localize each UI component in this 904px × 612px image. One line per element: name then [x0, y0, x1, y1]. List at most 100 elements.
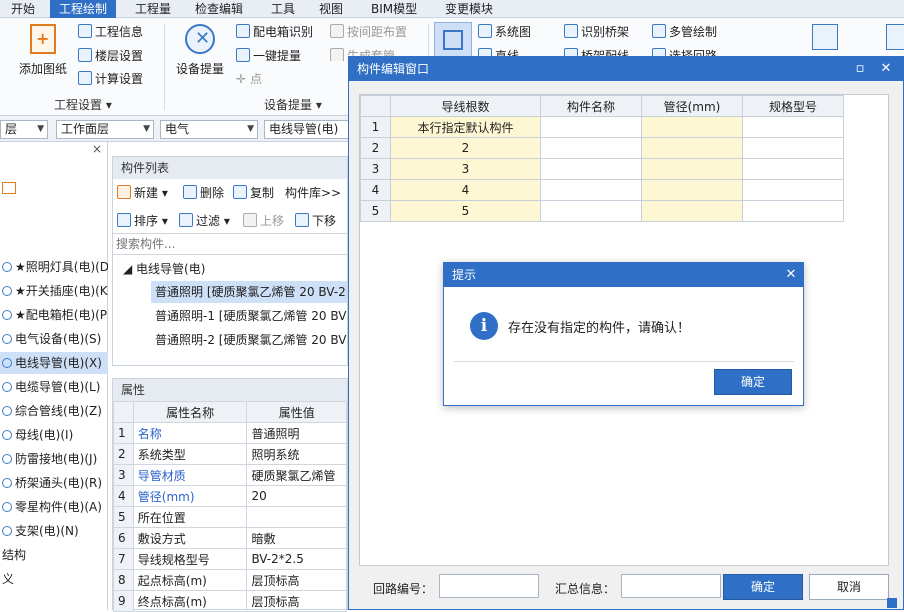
- spec-model-cell[interactable]: [742, 116, 844, 138]
- tree-item[interactable]: 支架(电)(N): [0, 520, 108, 542]
- table-row[interactable]: 22: [360, 137, 844, 159]
- property-row[interactable]: 1 名称 普通照明: [113, 422, 347, 444]
- dist-box-identify-button[interactable]: 配电箱识别: [236, 23, 313, 40]
- close-icon[interactable]: ✕: [875, 57, 897, 81]
- sort-button[interactable]: 排序 ▾: [117, 212, 168, 229]
- table-row[interactable]: 44: [360, 179, 844, 201]
- tree-item-selected[interactable]: 电线导管(电)(X): [0, 352, 108, 374]
- tree-item[interactable]: ★配电箱柜(电)(P): [0, 304, 108, 326]
- property-value[interactable]: 暗敷: [246, 527, 347, 549]
- menu-quantity[interactable]: 工程量: [126, 0, 180, 18]
- pipe-diameter-cell[interactable]: [641, 200, 743, 222]
- ok-button[interactable]: 确定: [723, 574, 803, 600]
- property-row[interactable]: 2 系统类型 照明系统: [113, 443, 347, 465]
- property-row[interactable]: 9 终点标高(m) 层顶标高: [113, 590, 347, 612]
- list-item[interactable]: 普通照明-2 [硬质聚氯乙烯管 20 BV: [155, 331, 347, 348]
- cancel-button[interactable]: 取消: [809, 574, 889, 600]
- wire-count-cell[interactable]: 2: [390, 137, 541, 159]
- tree-item[interactable]: 电气设备(电)(S): [0, 328, 108, 350]
- wire-count-cell[interactable]: 5: [390, 200, 541, 222]
- group-device-extract[interactable]: 设备提量 ▾: [264, 96, 322, 113]
- system-diagram-button[interactable]: 系统图: [478, 23, 531, 40]
- property-value[interactable]: 层顶标高: [246, 569, 347, 591]
- tree-group-wire-conduit[interactable]: ◢ 电线导管(电): [123, 260, 205, 277]
- tree-item[interactable]: ★照明灯具(电)(D): [0, 256, 108, 278]
- property-row[interactable]: 5 所在位置: [113, 506, 347, 528]
- pipe-diameter-cell[interactable]: [641, 116, 743, 138]
- resize-grip-icon[interactable]: [887, 598, 897, 608]
- table-row[interactable]: 55: [360, 200, 844, 222]
- project-info-button[interactable]: 工程信息: [78, 23, 143, 40]
- floor-settings-button[interactable]: 楼层设置: [78, 47, 143, 64]
- spec-model-cell[interactable]: [742, 200, 844, 222]
- calc-settings-button[interactable]: 计算设置: [78, 70, 143, 87]
- component-name-cell[interactable]: [540, 200, 642, 222]
- wire-count-cell[interactable]: 4: [390, 179, 541, 201]
- one-click-extract-button[interactable]: 一键提量: [236, 47, 301, 64]
- menu-view[interactable]: 视图: [310, 0, 352, 18]
- summary-input[interactable]: [621, 574, 721, 598]
- component-type-dropdown[interactable]: 电线导管(电): [264, 120, 348, 139]
- tree-item[interactable]: 防雷接地(电)(J): [0, 448, 108, 470]
- dialog-ok-button[interactable]: 确定: [714, 369, 792, 395]
- move-up-button[interactable]: 上移: [243, 212, 284, 229]
- property-value[interactable]: 硬质聚氯乙烯管: [246, 464, 347, 486]
- select-tool-button[interactable]: [434, 22, 472, 58]
- by-spacing-button[interactable]: 按间距布置: [330, 23, 407, 40]
- multi-pipe-draw-button[interactable]: 多管绘制: [652, 23, 717, 40]
- copy-button[interactable]: 复制: [233, 184, 274, 201]
- spec-model-cell[interactable]: [742, 179, 844, 201]
- close-icon[interactable]: ×: [92, 142, 102, 156]
- property-row[interactable]: 7 导线规格型号 BV-2*2.5: [113, 548, 347, 570]
- move-down-button[interactable]: 下移: [295, 212, 336, 229]
- wire-count-cell[interactable]: 3: [390, 158, 541, 180]
- tree-item[interactable]: 综合管线(电)(Z): [0, 400, 108, 422]
- property-value[interactable]: 20: [246, 485, 347, 507]
- spec-model-cell[interactable]: [742, 158, 844, 180]
- tree-item[interactable]: 零星构件(电)(A): [0, 496, 108, 518]
- menu-bim-model[interactable]: BIM模型: [362, 0, 426, 18]
- list-item-selected[interactable]: 普通照明 [硬质聚氯乙烯管 20 BV-2: [151, 281, 347, 303]
- pipe-diameter-cell[interactable]: [641, 179, 743, 201]
- tree-item[interactable]: ★开关插座(电)(K): [0, 280, 108, 302]
- component-name-cell[interactable]: [540, 137, 642, 159]
- property-row[interactable]: 8 起点标高(m) 层顶标高: [113, 569, 347, 591]
- library-button[interactable]: 构件库>>: [285, 184, 341, 201]
- property-row[interactable]: 4 管径(mm) 20: [113, 485, 347, 507]
- point-button[interactable]: ✛ 点: [236, 70, 262, 87]
- tree-item[interactable]: 母线(电)(I): [0, 424, 108, 446]
- new-button[interactable]: 新建 ▾: [117, 184, 168, 201]
- floor-dropdown[interactable]: 层 ▼: [0, 120, 48, 139]
- property-value[interactable]: [246, 506, 347, 528]
- property-value[interactable]: 普通照明: [246, 422, 347, 444]
- menu-project-draw[interactable]: 工程绘制: [50, 0, 117, 18]
- close-icon[interactable]: ✕: [780, 263, 802, 287]
- window-icon[interactable]: [886, 24, 904, 50]
- pipe-diameter-cell[interactable]: [641, 137, 743, 159]
- laptop-icon[interactable]: [812, 24, 838, 50]
- list-item[interactable]: 普通照明-1 [硬质聚氯乙烯管 20 BV: [155, 307, 347, 324]
- tree-item[interactable]: 义: [0, 568, 108, 590]
- circuit-input[interactable]: [439, 574, 539, 598]
- pipe-diameter-cell[interactable]: [641, 158, 743, 180]
- identify-bridge-button[interactable]: 识别桥架: [564, 23, 629, 40]
- property-value[interactable]: 照明系统: [246, 443, 347, 465]
- tree-item[interactable]: 结构: [0, 544, 108, 566]
- table-row[interactable]: 33: [360, 158, 844, 180]
- spec-model-cell[interactable]: [742, 137, 844, 159]
- device-extract-button[interactable]: ✕ 设备提量: [172, 24, 228, 77]
- table-row[interactable]: 1 本行指定默认构件: [360, 116, 844, 138]
- maximize-icon[interactable]: ▫: [849, 57, 871, 81]
- property-row[interactable]: 6 敷设方式 暗敷: [113, 527, 347, 549]
- tree-item[interactable]: 电缆导管(电)(L): [0, 376, 108, 398]
- add-drawing-button[interactable]: + 添加图纸: [16, 24, 70, 77]
- property-row[interactable]: 3 导管材质 硬质聚氯乙烯管: [113, 464, 347, 486]
- tree-item[interactable]: 桥架通头(电)(R): [0, 472, 108, 494]
- discipline-dropdown[interactable]: 电气 ▼: [160, 120, 258, 139]
- search-input[interactable]: [113, 233, 347, 255]
- edit-icon[interactable]: [2, 182, 16, 194]
- menu-check-edit[interactable]: 检查编辑: [186, 0, 252, 18]
- menu-tools[interactable]: 工具: [262, 0, 304, 18]
- delete-button[interactable]: 删除: [183, 184, 224, 201]
- property-value[interactable]: BV-2*2.5: [246, 548, 347, 570]
